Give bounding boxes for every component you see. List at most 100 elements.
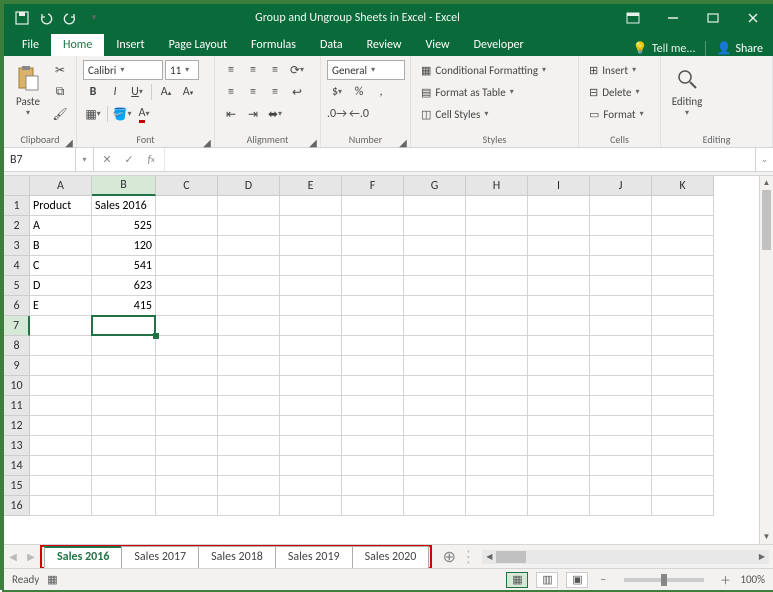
font-launcher[interactable]: ◢ [202,136,212,146]
cell-H7[interactable] [466,316,528,336]
cell-F8[interactable] [342,336,404,356]
cell-A16[interactable] [30,496,92,516]
vscroll-thumb[interactable] [762,190,771,250]
cell-J2[interactable] [590,216,652,236]
cell-B5[interactable]: 623 [92,276,156,296]
find-select-button[interactable]: Editing ▾ [665,58,709,124]
worksheet-grid[interactable]: ABCDEFGHIJK 12345678910111213141516 Prod… [4,176,773,544]
tab-file[interactable]: File [10,34,51,56]
view-page-layout-button[interactable]: ▥ [536,572,558,588]
cell-F3[interactable] [342,236,404,256]
cell-I10[interactable] [528,376,590,396]
decrease-decimal-button[interactable]: ←.0 [349,104,369,124]
cell-K14[interactable] [652,456,714,476]
row-header-2[interactable]: 2 [4,216,30,236]
enter-formula-button[interactable]: ✓ [122,153,136,167]
cell-B11[interactable] [92,396,156,416]
cell-G7[interactable] [404,316,466,336]
cell-A7[interactable] [30,316,92,336]
scroll-left-arrow[interactable]: ◀ [482,550,496,564]
sheet-tab-sales-2017[interactable]: Sales 2017 [121,546,199,568]
cell-E8[interactable] [280,336,342,356]
cell-D2[interactable] [218,216,280,236]
cell-D3[interactable] [218,236,280,256]
cell-D11[interactable] [218,396,280,416]
cell-B13[interactable] [92,436,156,456]
clipboard-launcher[interactable]: ◢ [64,136,74,146]
cell-I13[interactable] [528,436,590,456]
column-header-G[interactable]: G [404,176,466,196]
cell-J3[interactable] [590,236,652,256]
cell-A9[interactable] [30,356,92,376]
row-header-12[interactable]: 12 [4,416,30,436]
cell-K10[interactable] [652,376,714,396]
align-middle-button[interactable]: ≡ [243,60,263,80]
cell-G8[interactable] [404,336,466,356]
sheet-tab-sales-2016[interactable]: Sales 2016 [44,546,122,568]
alignment-launcher[interactable]: ◢ [308,136,318,146]
conditional-formatting-button[interactable]: ▦Conditional Formatting▾ [417,60,550,80]
cell-E7[interactable] [280,316,342,336]
align-top-button[interactable]: ≡ [221,60,241,80]
cell-K4[interactable] [652,256,714,276]
ribbon-options-icon[interactable] [613,4,653,32]
cell-H11[interactable] [466,396,528,416]
row-header-5[interactable]: 5 [4,276,30,296]
format-painter-button[interactable]: 🖌 [50,104,70,124]
cell-E2[interactable] [280,216,342,236]
close-button[interactable] [733,4,773,32]
paste-button[interactable]: Paste ▾ [8,58,48,124]
row-header-13[interactable]: 13 [4,436,30,456]
cell-G3[interactable] [404,236,466,256]
wrap-text-button[interactable]: ↩ [287,82,307,102]
cell-B16[interactable] [92,496,156,516]
cell-H14[interactable] [466,456,528,476]
cell-C8[interactable] [156,336,218,356]
cell-B1[interactable]: Sales 2016 [92,196,156,216]
cell-E1[interactable] [280,196,342,216]
cell-K16[interactable] [652,496,714,516]
cell-F7[interactable] [342,316,404,336]
cell-I15[interactable] [528,476,590,496]
cell-H12[interactable] [466,416,528,436]
cell-H4[interactable] [466,256,528,276]
tab-page-layout[interactable]: Page Layout [157,34,239,56]
cell-B3[interactable]: 120 [92,236,156,256]
cell-C14[interactable] [156,456,218,476]
cell-E13[interactable] [280,436,342,456]
column-header-A[interactable]: A [30,176,92,196]
cell-J15[interactable] [590,476,652,496]
cell-C12[interactable] [156,416,218,436]
cell-K12[interactable] [652,416,714,436]
cell-J10[interactable] [590,376,652,396]
cell-B7[interactable] [92,316,156,336]
cell-D5[interactable] [218,276,280,296]
align-right-button[interactable]: ≡ [265,82,285,102]
cell-A3[interactable]: B [30,236,92,256]
column-header-D[interactable]: D [218,176,280,196]
cell-C16[interactable] [156,496,218,516]
format-cells-button[interactable]: ▭Format▾ [585,104,648,124]
row-header-9[interactable]: 9 [4,356,30,376]
scroll-right-arrow[interactable]: ▶ [755,550,769,564]
cell-A11[interactable] [30,396,92,416]
cell-G13[interactable] [404,436,466,456]
cell-E10[interactable] [280,376,342,396]
select-all-button[interactable] [4,176,30,196]
cell-G16[interactable] [404,496,466,516]
cell-J1[interactable] [590,196,652,216]
cell-G4[interactable] [404,256,466,276]
cells-area[interactable]: ProductSales 2016A525B120C541D623E415 [30,196,759,544]
cell-A12[interactable] [30,416,92,436]
cell-J5[interactable] [590,276,652,296]
column-header-E[interactable]: E [280,176,342,196]
cell-H13[interactable] [466,436,528,456]
cell-D14[interactable] [218,456,280,476]
cell-I7[interactable] [528,316,590,336]
cell-A2[interactable]: A [30,216,92,236]
row-header-3[interactable]: 3 [4,236,30,256]
grow-font-button[interactable]: A▴ [156,82,176,102]
cell-J7[interactable] [590,316,652,336]
increase-decimal-button[interactable]: .0→ [327,104,347,124]
cell-H9[interactable] [466,356,528,376]
